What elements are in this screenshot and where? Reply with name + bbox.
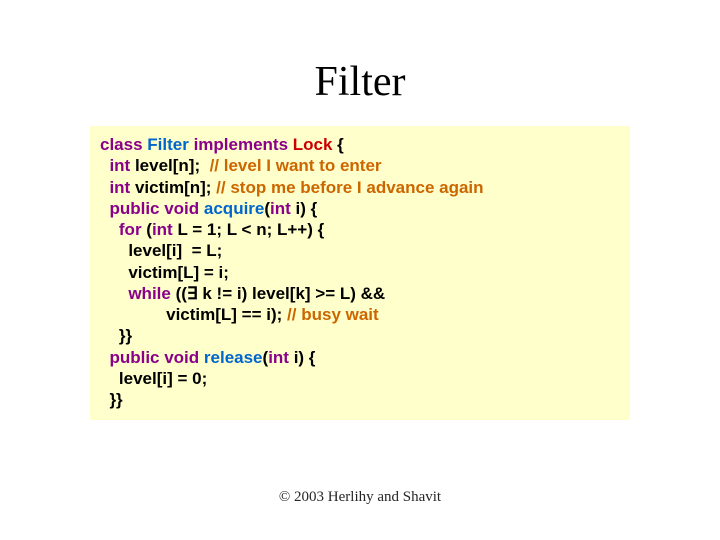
method-acquire: acquire (199, 199, 264, 218)
kw-class: class (100, 135, 143, 154)
code-text: L = 1; L < n; L++) { (173, 220, 324, 239)
kw-int: int (100, 156, 130, 175)
code-text: level[n]; (130, 156, 209, 175)
comment: // level I want to enter (210, 156, 382, 175)
kw-int: int (152, 220, 173, 239)
code-text: i) { (291, 199, 317, 218)
brace-close: }} (100, 390, 123, 409)
kw-int: int (270, 199, 291, 218)
code-text: level[i] = L; (100, 241, 222, 260)
kw-int: int (268, 348, 289, 367)
slide-title: Filter (0, 0, 720, 126)
code-text: level[i] = 0; (100, 369, 207, 388)
kw-public-void: public void (100, 199, 199, 218)
code-text: ((∃ k != i) level[k] >= L) && (171, 284, 385, 303)
type-lock: Lock (288, 135, 337, 154)
slide: Filter class Filter implements Lock { in… (0, 0, 720, 540)
paren-open: ( (142, 220, 152, 239)
code-text: victim[n]; (130, 178, 216, 197)
comment: // stop me before I advance again (216, 178, 483, 197)
code-text: victim[L] = i; (100, 263, 229, 282)
kw-while: while (100, 284, 171, 303)
comment-busy-wait: // busy wait (287, 305, 379, 324)
brace-close: }} (100, 326, 132, 345)
code-block: class Filter implements Lock { int level… (90, 126, 630, 420)
copyright-footer: © 2003 Herlihy and Shavit (0, 489, 720, 506)
method-release: release (199, 348, 262, 367)
kw-int: int (100, 178, 130, 197)
kw-public-void: public void (100, 348, 199, 367)
brace-open: { (337, 135, 344, 154)
code-text: victim[L] == i); (100, 305, 287, 324)
kw-for: for (100, 220, 142, 239)
code-text: i) { (289, 348, 315, 367)
kw-implements: implements (194, 135, 288, 154)
class-name: Filter (143, 135, 194, 154)
